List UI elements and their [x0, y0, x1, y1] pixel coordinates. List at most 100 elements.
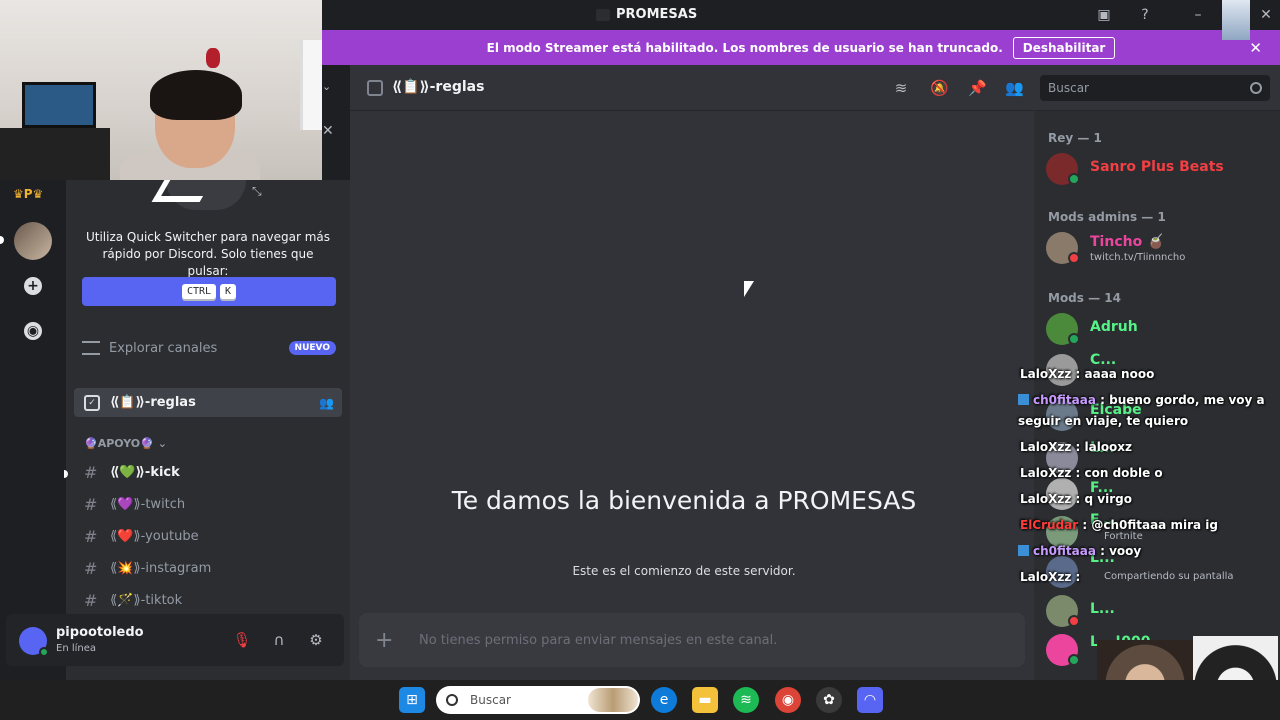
edge-icon[interactable]: e — [651, 687, 677, 713]
chat-text: : @ch0fitaaa mira ig — [1082, 518, 1218, 532]
discord-window: PROMESAS ▣ ? – ✕ El modo Streamer está h… — [0, 0, 1280, 720]
rail-server-label[interactable]: ♛P♛ — [13, 187, 43, 201]
windows-start-icon[interactable]: ⊞ — [399, 687, 425, 713]
quick-switcher-text: Utiliza Quick Switcher para navegar más … — [85, 230, 331, 278]
category-apoyo[interactable]: 🔮APOYO🔮 ⌄ — [84, 437, 167, 450]
key-k: K — [220, 284, 237, 299]
explore-list-icon — [82, 341, 100, 355]
notifications-muted-icon[interactable]: 🔕 — [930, 79, 949, 97]
member-group-mods-admins: Mods admins — 1 — [1048, 210, 1166, 224]
settings-gear-icon[interactable]: ⚙ — [306, 630, 326, 650]
user-status-text: En línea — [56, 643, 97, 654]
rules-channel-icon — [367, 80, 383, 96]
explore-servers-icon[interactable]: ◉ — [24, 322, 42, 340]
member-activity: twitch.tv/Tiinnncho — [1090, 252, 1186, 263]
chevron-down-icon[interactable]: ⌄ — [322, 80, 331, 93]
welcome-subtitle: Este es el comienzo de este servidor. — [572, 564, 796, 578]
window-title-text: PROMESAS — [616, 7, 698, 22]
username[interactable]: pipootoledo — [56, 625, 144, 640]
add-server-icon[interactable]: + — [24, 277, 42, 295]
member-name: Tincho 🧉 — [1090, 234, 1165, 250]
chrome-icon[interactable]: ◉ — [775, 687, 801, 713]
channel-label: ⟪💜⟫-twitch — [110, 496, 186, 512]
profile-avatar[interactable] — [1222, 0, 1250, 40]
chat-username: ch0fitaaa — [1033, 393, 1096, 407]
chat-username: LaloXzz — [1020, 367, 1072, 381]
channel-item-twitch[interactable]: # ⟪💜⟫-twitch — [84, 493, 185, 515]
inbox-icon[interactable]: ▣ — [1096, 7, 1112, 23]
search-highlight-image — [588, 688, 638, 712]
member-name: L... — [1090, 601, 1115, 617]
composer-placeholder: No tienes permiso para enviar mensajes e… — [419, 632, 778, 648]
user-panel: pipootoledo En línea 🎙 ∩ ⚙ — [6, 614, 344, 666]
chat-message: LaloXzz : lalooxz — [1020, 437, 1132, 458]
chat-area — [350, 65, 1034, 680]
category-label: 🔮APOYO🔮 — [84, 437, 154, 450]
attach-plus-icon[interactable]: + — [375, 628, 419, 653]
chat-message: ch0fitaaa : bueno gordo, me voy a seguir… — [1018, 390, 1268, 432]
headphones-icon[interactable]: ∩ — [269, 630, 289, 650]
chat-username: ElCrudar — [1020, 518, 1079, 532]
new-badge: NUEVO — [288, 341, 336, 355]
channel-item-tiktok[interactable]: # ⟪🪄⟫-tiktok — [84, 589, 182, 611]
invite-user-icon[interactable]: 👥 — [319, 396, 334, 410]
member-item[interactable]: L... — [1046, 593, 1276, 629]
chat-text: : — [1075, 570, 1081, 584]
close-popup-icon[interactable]: ✕ — [322, 123, 334, 139]
chat-message: ch0fitaaa : vooy — [1018, 541, 1141, 562]
member-group-rey: Rey — 1 — [1048, 131, 1102, 145]
online-status-icon — [39, 647, 49, 657]
close-banner-icon[interactable]: ✕ — [1249, 39, 1262, 57]
close-window-icon[interactable]: ✕ — [1258, 7, 1274, 23]
channel-item-instagram[interactable]: # ⟪💥⟫-instagram — [84, 557, 211, 579]
member-item[interactable]: Sanro Plus Beats — [1046, 151, 1276, 187]
member-item[interactable]: Tincho 🧉 twitch.tv/Tiinnncho — [1046, 230, 1276, 266]
selected-server-indicator — [0, 236, 4, 244]
taskbar-search-placeholder: Buscar — [470, 693, 511, 707]
taskbar: ⊞ Buscar e ▬ ≋ ◉ ✿ ◠ — [0, 680, 1280, 720]
hash-icon: # — [84, 590, 98, 610]
online-status-icon — [1068, 173, 1080, 185]
message-composer[interactable]: + No tienes permiso para enviar mensajes… — [359, 613, 1025, 667]
channel-item-youtube[interactable]: # ⟪❤️⟫-youtube — [84, 525, 199, 547]
webcam-hair — [150, 70, 242, 120]
chat-username: LaloXzz — [1020, 466, 1072, 480]
discord-taskbar-icon[interactable]: ◠ — [857, 687, 883, 713]
chat-message: LaloXzz : — [1020, 567, 1080, 588]
help-icon[interactable]: ? — [1137, 7, 1153, 23]
member-item[interactable]: Adruh — [1046, 311, 1276, 347]
chat-username: LaloXzz — [1020, 440, 1072, 454]
explore-channels[interactable]: Explorar canales NUEVO — [82, 336, 336, 360]
channel-sidebar: ⤡ Utiliza Quick Switcher para navegar má… — [64, 180, 350, 680]
file-explorer-icon[interactable]: ▬ — [692, 687, 718, 713]
disable-streamer-button[interactable]: Deshabilitar — [1012, 36, 1116, 59]
expand-icon[interactable]: ⤡ — [252, 184, 262, 199]
channel-item-kick[interactable]: # ⟪💚⟫-kick — [84, 461, 180, 483]
webcam-window — [300, 40, 322, 130]
chat-text: : vooy — [1100, 544, 1142, 558]
spotify-icon[interactable]: ≋ — [733, 687, 759, 713]
member-list-icon[interactable]: 👥 — [1005, 79, 1024, 97]
channel-label: ⟪💥⟫-instagram — [110, 560, 212, 576]
search-input[interactable]: Buscar — [1040, 75, 1270, 101]
search-icon — [446, 694, 458, 706]
member-name: Sanro Plus Beats — [1090, 159, 1224, 175]
threads-icon[interactable]: ≋ — [892, 79, 910, 97]
channel-item-reglas[interactable]: ✓ ⟪📋⟫-reglas 👥 — [74, 388, 342, 417]
streamer-mode-banner: El modo Streamer está habilitado. Los no… — [322, 30, 1280, 65]
mute-mic-icon[interactable]: 🎙 — [232, 630, 252, 650]
member-activity: Compartiendo su pantalla — [1104, 571, 1234, 582]
server-avatar[interactable] — [14, 222, 52, 260]
pin-icon[interactable]: 📌 — [968, 79, 987, 97]
app-icon[interactable]: ✿ — [816, 687, 842, 713]
chat-username: LaloXzz — [1020, 492, 1072, 506]
taskbar-search[interactable]: Buscar — [436, 686, 640, 714]
server-logo-icon — [596, 8, 610, 21]
quick-switcher-button[interactable]: CTRL K — [82, 277, 336, 306]
channel-label: ⟪📋⟫-reglas — [110, 395, 196, 410]
hash-icon: # — [84, 494, 98, 514]
minimize-icon[interactable]: – — [1190, 7, 1206, 23]
key-ctrl: CTRL — [181, 284, 217, 299]
chat-username: LaloXzz — [1020, 570, 1072, 584]
server-rail: ♛P♛ + ◉ — [0, 180, 66, 680]
